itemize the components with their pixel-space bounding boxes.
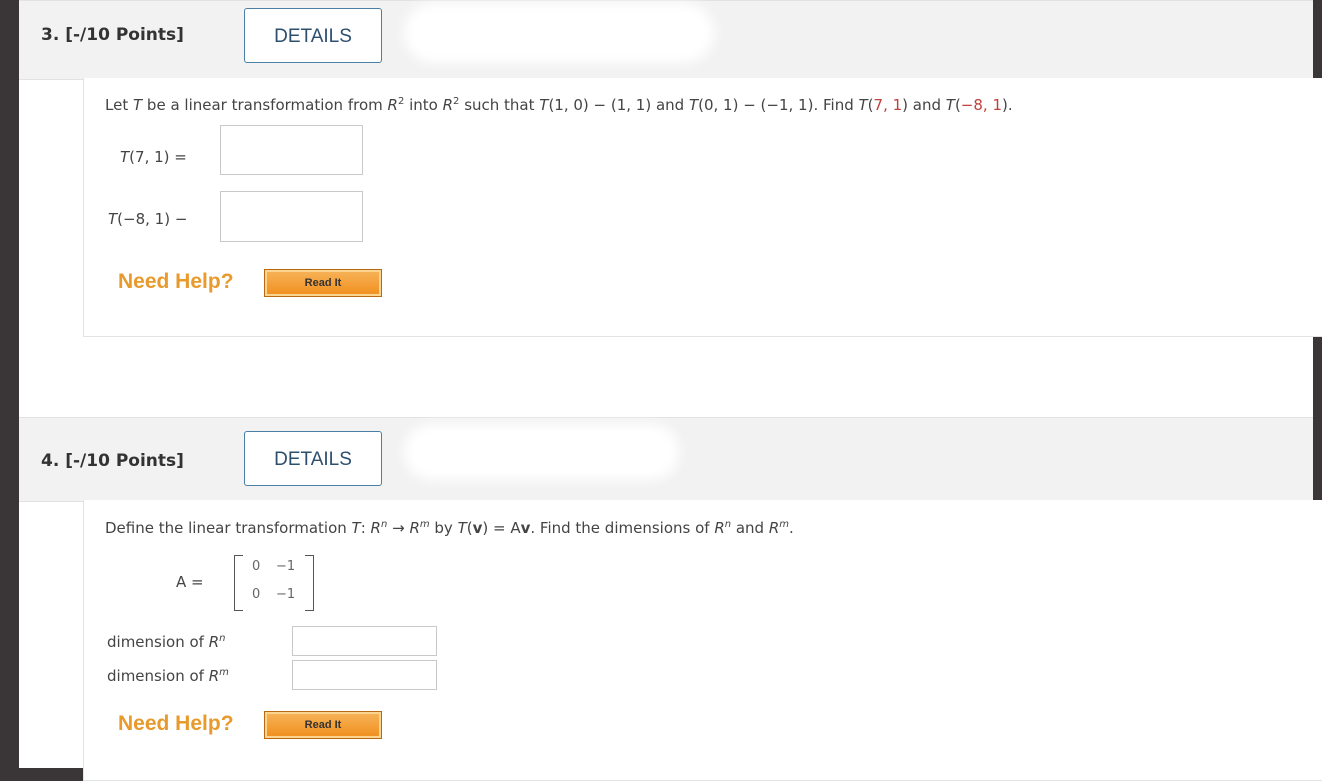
dimension-m-input[interactable] [292,660,437,690]
read-it-button[interactable]: Read It [264,711,382,739]
read-it-button[interactable]: Read It [264,269,382,297]
matrix-cell: −1 [276,587,296,602]
question-3-header: 3. [-/10 Points] DETAILS [19,0,1313,80]
question-4-header: 4. [-/10 Points] DETAILS [19,417,1313,502]
dimension-n-input[interactable] [292,626,437,656]
question-4-body: Define the linear transformation T: Rn →… [83,500,1322,781]
question-3-details-button[interactable]: DETAILS [244,8,382,63]
question-4-title: 4. [-/10 Points] [41,451,184,471]
dimension-n-label: dimension of Rn [107,633,226,651]
answer-1-label: T(7, 1) = [120,148,187,166]
dimension-m-label: dimension of Rm [107,667,229,685]
matrix-a: 0 −1 0 −1 [234,555,314,615]
answer-1-input[interactable] [220,125,363,175]
need-help-label: Need Help? [118,712,234,735]
redacted-area [404,3,714,63]
matrix-cell: 0 [252,559,261,574]
assignment-page: 3. [-/10 Points] DETAILS Let T be a line… [19,0,1322,781]
matrix-a-label: A = [176,573,204,591]
matrix-cell: 0 [252,587,261,602]
question-3-prompt: Let T be a linear transformation from R2… [105,96,1013,114]
matrix-cell: −1 [276,559,296,574]
question-4-prompt: Define the linear transformation T: Rn →… [105,519,794,537]
answer-2-label: T(−8, 1) − [108,210,188,228]
question-4-details-button[interactable]: DETAILS [244,431,382,486]
answer-2-input[interactable] [220,191,363,242]
question-3-title: 3. [-/10 Points] [41,25,184,45]
redacted-area [404,424,679,480]
matrix-right-bracket [305,555,314,611]
matrix-left-bracket [234,555,243,611]
need-help-label: Need Help? [118,270,234,293]
question-3-body: Let T be a linear transformation from R2… [83,78,1322,337]
